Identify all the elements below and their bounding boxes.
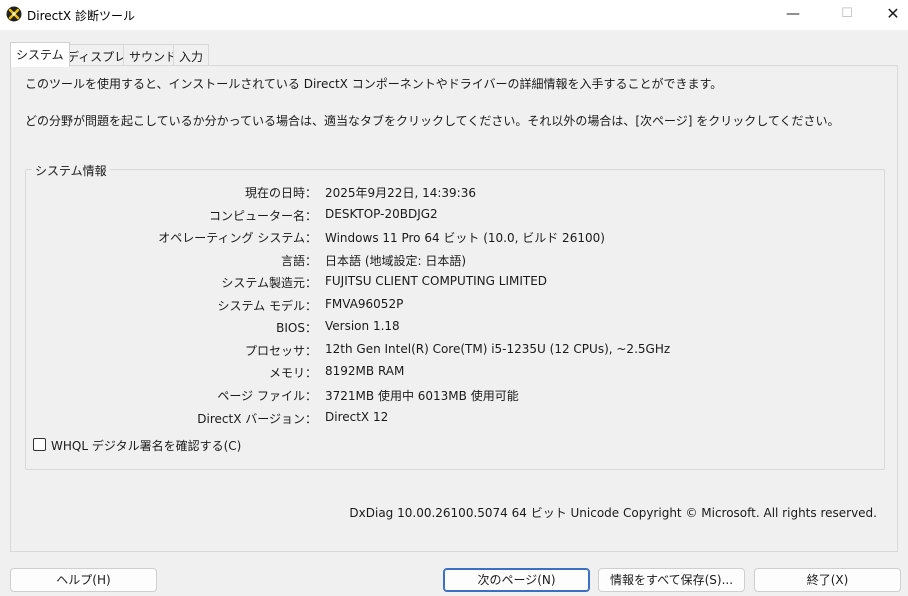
minimize-button[interactable]: — xyxy=(770,0,816,30)
info-row-directx-version: DirectX バージョン： DirectX 12 xyxy=(26,410,886,428)
info-label: システム モデル： xyxy=(217,299,317,313)
info-label: DirectX バージョン： xyxy=(197,412,317,426)
system-info-group: システム情報 現在の日時： 2025年9月22日, 14:39:36 コンピュー… xyxy=(25,162,886,470)
info-row-datetime: 現在の日時： 2025年9月22日, 14:39:36 xyxy=(26,184,886,202)
info-row-manufacturer: システム製造元： FUJITSU CLIENT COMPUTING LIMITE… xyxy=(26,274,886,292)
info-label: オペレーティング システム： xyxy=(158,231,317,245)
info-row-pagefile: ページ ファイル： 3721MB 使用中 6013MB 使用可能 xyxy=(26,387,886,405)
info-row-model: システム モデル： FMVA96052P xyxy=(26,297,886,315)
directx-icon xyxy=(6,6,22,22)
info-value: 2025年9月22日, 14:39:36 xyxy=(325,186,476,200)
info-value: Windows 11 Pro 64 ビット (10.0, ビルド 26100) xyxy=(325,231,605,245)
intro-text-2: どの分野が問題を起こしているか分かっている場合は、適当なタブをクリックしてくださ… xyxy=(25,114,840,128)
system-info-legend: システム情報 xyxy=(32,162,110,179)
tab-panel-system: このツールを使用すると、インストールされている DirectX コンポーネントや… xyxy=(10,65,898,552)
info-row-bios: BIOS： Version 1.18 xyxy=(26,319,886,337)
whql-checkbox-label[interactable]: WHQL デジタル署名を確認する(C) xyxy=(51,437,241,454)
info-label: 言語： xyxy=(280,254,317,268)
info-value: FMVA96052P xyxy=(325,297,404,311)
maximize-button[interactable]: ☐ xyxy=(824,0,870,30)
tab-input[interactable]: 入力 xyxy=(173,44,210,66)
copyright-info: DxDiag 10.00.26100.5074 64 ビット Unicode C… xyxy=(349,506,877,520)
intro-text-1: このツールを使用すると、インストールされている DirectX コンポーネントや… xyxy=(25,77,723,91)
info-row-language: 言語： 日本語 (地域設定: 日本語) xyxy=(26,252,886,270)
info-label: 現在の日時： xyxy=(244,186,317,200)
tab-system[interactable]: システム xyxy=(10,42,70,67)
info-label: BIOS： xyxy=(276,321,317,335)
next-page-button[interactable]: 次のページ(N) xyxy=(443,568,590,592)
window-title: DirectX 診断ツール xyxy=(27,9,135,23)
info-label: プロセッサ： xyxy=(244,344,317,358)
info-row-processor: プロセッサ： 12th Gen Intel(R) Core(TM) i5-123… xyxy=(26,342,886,360)
info-value: 3721MB 使用中 6013MB 使用可能 xyxy=(325,389,519,403)
close-button[interactable]: ✕ xyxy=(870,0,908,30)
info-row-memory: メモリ： 8192MB RAM xyxy=(26,364,886,382)
info-value: 日本語 (地域設定: 日本語) xyxy=(325,254,467,268)
whql-checkbox[interactable] xyxy=(33,438,46,451)
info-label: コンピューター名： xyxy=(208,209,317,223)
info-value: FUJITSU CLIENT COMPUTING LIMITED xyxy=(325,274,548,288)
title-bar: DirectX 診断ツール — ☐ ✕ xyxy=(0,0,908,30)
info-row-computer-name: コンピューター名： DESKTOP-20BDJG2 xyxy=(26,207,886,225)
info-value: DirectX 12 xyxy=(325,410,389,424)
info-label: メモリ： xyxy=(268,366,317,380)
info-label: システム製造元： xyxy=(221,276,317,290)
info-value: Version 1.18 xyxy=(325,319,400,333)
exit-button[interactable]: 終了(X) xyxy=(754,568,901,592)
info-row-os: オペレーティング システム： Windows 11 Pro 64 ビット (10… xyxy=(26,229,886,247)
help-button[interactable]: ヘルプ(H) xyxy=(10,568,157,592)
info-value: 12th Gen Intel(R) Core(TM) i5-1235U (12 … xyxy=(325,342,671,356)
info-label: ページ ファイル： xyxy=(217,389,317,403)
info-value: DESKTOP-20BDJG2 xyxy=(325,207,438,221)
save-all-info-button[interactable]: 情報をすべて保存(S)... xyxy=(598,568,745,592)
info-value: 8192MB RAM xyxy=(325,364,405,378)
